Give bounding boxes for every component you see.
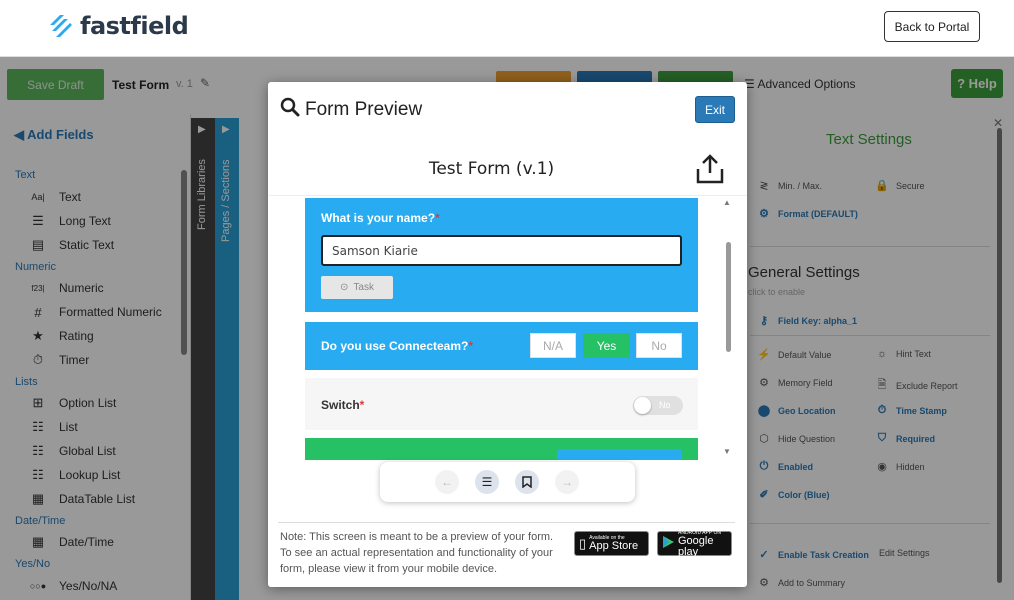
toggle-text: No bbox=[659, 400, 671, 410]
logo-text: fastfield bbox=[80, 12, 189, 40]
back-to-portal-button[interactable]: Back to Portal bbox=[884, 11, 980, 42]
task-label: Task bbox=[353, 282, 374, 293]
top-bar: fastfield Back to Portal bbox=[0, 0, 1014, 57]
form-preview-title: Form Preview bbox=[305, 99, 423, 120]
task-button[interactable]: ⊙ Task bbox=[321, 276, 393, 299]
check-circle-icon: ⊙ bbox=[340, 282, 349, 293]
question-signature bbox=[305, 438, 698, 460]
option-no-button[interactable]: No bbox=[636, 333, 682, 358]
question-connecteam: Do you use Connecteam?* N/A Yes No bbox=[305, 322, 698, 370]
menu-icon[interactable]: ☰ bbox=[475, 470, 499, 494]
exit-button[interactable]: Exit bbox=[695, 96, 735, 123]
scroll-down-icon[interactable]: ▼ bbox=[723, 447, 731, 456]
required-asterisk: * bbox=[359, 398, 365, 412]
question-scroll-area: What is your name?* Samson Kiarie ⊙ Task … bbox=[305, 198, 698, 460]
previous-arrow-icon[interactable]: ← bbox=[435, 470, 459, 494]
preview-navbar: ← ☰ → bbox=[380, 462, 635, 502]
option-na-button[interactable]: N/A bbox=[530, 333, 576, 358]
preview-form-title: Test Form (v.1) bbox=[428, 159, 555, 179]
app-store-badge[interactable]: ▯ Available on the App Store bbox=[574, 531, 649, 556]
preview-scrollbar[interactable] bbox=[726, 242, 731, 352]
share-upload-icon[interactable] bbox=[695, 153, 725, 185]
scroll-up-icon[interactable]: ▲ bbox=[723, 198, 731, 207]
required-asterisk: * bbox=[468, 339, 474, 353]
question-label-text: Do you use Connecteam? bbox=[321, 339, 469, 353]
bookmark-icon[interactable] bbox=[515, 470, 539, 494]
question-label-text: Switch bbox=[321, 398, 360, 412]
signature-button[interactable] bbox=[557, 449, 682, 460]
google-play-icon bbox=[662, 535, 675, 552]
question-label: Do you use Connecteam?* bbox=[321, 339, 473, 353]
option-yes-button[interactable]: Yes bbox=[583, 333, 630, 358]
name-input[interactable]: Samson Kiarie bbox=[321, 235, 682, 266]
form-preview-modal: Form Preview Exit Test Form (v.1) What i… bbox=[268, 82, 747, 587]
preview-note: Note: This screen is meant to be a previ… bbox=[280, 531, 554, 575]
footer-divider bbox=[278, 522, 735, 523]
google-play-big-text: Google play bbox=[678, 534, 714, 558]
question-switch: Switch* No bbox=[305, 378, 698, 430]
question-label-text: What is your name? bbox=[321, 211, 436, 225]
toggle-knob bbox=[634, 397, 651, 414]
question-name: What is your name?* Samson Kiarie ⊙ Task bbox=[305, 198, 698, 312]
question-label: What is your name?* bbox=[321, 211, 440, 225]
apple-icon: ▯ bbox=[579, 535, 587, 551]
fastfield-logo[interactable]: fastfield bbox=[48, 12, 189, 40]
question-label: Switch* bbox=[321, 398, 364, 412]
fastfield-logo-icon bbox=[50, 15, 72, 37]
header-divider bbox=[268, 195, 747, 196]
app-store-big-text: App Store bbox=[589, 540, 639, 552]
switch-toggle[interactable]: No bbox=[633, 396, 683, 415]
search-icon bbox=[280, 97, 300, 117]
next-arrow-icon[interactable]: → bbox=[555, 470, 579, 494]
required-asterisk: * bbox=[435, 211, 440, 225]
google-play-badge[interactable]: ANDROID APP ON Google play bbox=[657, 530, 732, 558]
